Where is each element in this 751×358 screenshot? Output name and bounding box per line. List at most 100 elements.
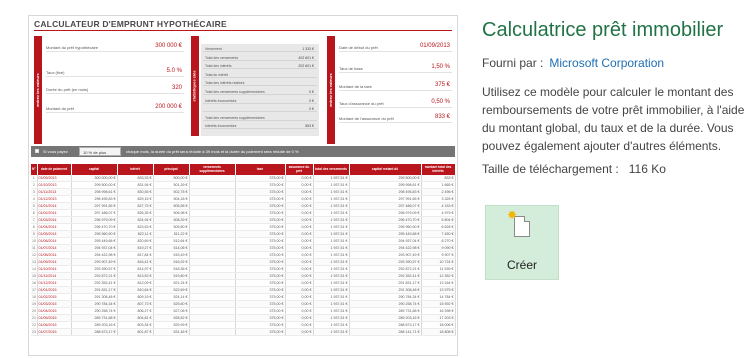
table-row: 6 01/02/2014 297 486,07 €826,35 €506,98 €3… — [31, 209, 456, 218]
table-cell: 0,00 € — [285, 202, 314, 211]
table-cell: 1 937,51 € — [313, 195, 350, 204]
table-cell: 375,00 € — [235, 181, 286, 190]
table-cell: 10 724 € — [421, 258, 456, 267]
table-cell: 292 352,41 € — [71, 279, 118, 288]
column-header: montant total des intérêts — [421, 164, 456, 175]
table-cell: 01/07/2014 — [37, 244, 72, 253]
table-cell — [189, 223, 236, 232]
table-cell: 806,27 € — [117, 307, 154, 316]
table-cell: 01/03/2014 — [37, 216, 72, 225]
amortization-table: N° date de paiement capital intérêt principa… — [31, 164, 456, 337]
table-cell: 293 390,57 € — [349, 258, 422, 267]
table-cell: 01/05/2015 — [37, 314, 72, 323]
table-cell: 01/10/2013 — [37, 181, 72, 190]
table-cell: 521,24 € — [153, 279, 190, 288]
table-cell: 01/02/2015 — [37, 293, 72, 302]
table-cell: 5 804 € — [421, 216, 456, 225]
table-cell: 375,00 € — [235, 175, 286, 183]
table-cell: 288 673,17 € — [349, 321, 422, 330]
table-cell: 519,80 € — [153, 272, 190, 281]
table-cell: 522,69 € — [153, 286, 190, 295]
table-cell: 1 937,51 € — [313, 188, 350, 197]
table-cell: 375,00 € — [235, 202, 286, 211]
table-cell: 294 422,98 € — [71, 251, 118, 260]
table-cell: 529,99 € — [153, 321, 190, 330]
table-cell: 833 € — [421, 175, 456, 183]
table-cell: 375,00 € — [235, 286, 286, 295]
column-header: capital — [71, 164, 118, 175]
table-cell — [189, 230, 236, 239]
table-cell: 0,00 € — [285, 251, 314, 260]
table-cell: 826,35 € — [117, 209, 154, 218]
input-value: 833 € — [434, 114, 450, 120]
table-cell: 810,64 € — [117, 286, 154, 295]
table-cell: 375,00 € — [235, 251, 286, 260]
input-label: Montant de la taxe — [339, 84, 372, 89]
stat-row: Intérêts économisés 0 € — [203, 98, 317, 104]
table-cell: 01/10/2014 — [37, 265, 72, 274]
mid-band: statistiques clés — [191, 36, 199, 136]
table-cell — [189, 188, 236, 197]
table-cell: 9 907 € — [421, 251, 456, 260]
table-cell: 375,00 € — [235, 237, 286, 246]
table-cell: 290 258,74 € — [349, 300, 422, 309]
input-value: 0,50 % — [431, 99, 450, 105]
table-cell: 801,87 € — [117, 328, 154, 337]
input-label: Taux d'assurance du prêt — [339, 101, 384, 106]
table-cell — [189, 307, 236, 316]
create-button[interactable]: ✸ Créer — [485, 205, 559, 280]
table-cell: 831,94 € — [117, 181, 154, 190]
column-header: date de paiement — [37, 164, 72, 175]
stat-value: 1 333 € — [302, 47, 314, 51]
table-cell: 813,53 € — [117, 272, 154, 281]
table-cell: 833,33 € — [117, 175, 154, 183]
stat-value: 0 € — [309, 107, 314, 112]
table-cell: 829,15 € — [117, 195, 154, 204]
table-cell: 01/01/2014 — [37, 202, 72, 211]
table-cell: 515,49 € — [153, 251, 190, 260]
download-size-value: 116 Ko — [628, 162, 666, 176]
table-cell — [189, 209, 236, 218]
stat-label: Total des intérêts réalisés — [205, 81, 245, 86]
input-value: 5.0 % — [166, 68, 182, 74]
table-cell: 296 979,09 € — [349, 209, 422, 218]
table-cell: 512,64 € — [153, 237, 190, 246]
table-cell: 0,00 € — [285, 293, 314, 302]
input-row: Montant du prêt hypothécaire 300 000 € — [46, 43, 184, 52]
column-header: versements supplémentaires — [189, 164, 236, 175]
table-body: 1 01/09/2013 300 000,00 €833,33 €500,00 €3… — [31, 175, 456, 337]
table-cell: 292 352,41 € — [349, 272, 422, 281]
table-cell: 803,34 € — [117, 321, 154, 330]
table-cell: 01/02/2014 — [37, 209, 72, 218]
table-cell: 1 937,51 € — [313, 251, 350, 260]
table-cell: 375,00 € — [235, 314, 286, 323]
table-cell — [189, 265, 236, 274]
provider-link[interactable]: Microsoft Corporation — [549, 56, 664, 70]
input-value: 01/09/2013 — [419, 43, 450, 49]
table-cell: 375,00 € — [235, 279, 286, 288]
input-value: 200 000 € — [155, 104, 182, 110]
table-cell: 01/06/2015 — [37, 321, 72, 330]
table-row: 23 01/07/2015 288 673,17 €801,87 €531,46 €… — [31, 328, 456, 337]
stat-value: 0 € — [309, 98, 314, 103]
table-cell: 812,09 € — [117, 279, 154, 288]
right-band: entrez les valeurs — [327, 36, 335, 144]
table-cell: 4 153 € — [421, 202, 456, 211]
table-cell: 290 784,34 € — [71, 300, 118, 309]
table-row: 13 01/09/2014 293 907,49 €816,41 €516,92 €… — [31, 258, 456, 267]
table-cell: 01/04/2014 — [37, 223, 72, 232]
table-cell: 294 937,04 € — [349, 237, 422, 246]
table-row: 18 01/02/2015 291 308,48 €809,19 €524,14 €… — [31, 293, 456, 302]
column-header: intérêt — [117, 164, 154, 175]
table-cell: 511,22 € — [153, 230, 190, 239]
table-cell: 0,00 € — [285, 230, 314, 239]
table-cell: 525,60 € — [153, 300, 190, 309]
table-cell: 290 784,34 € — [349, 293, 422, 302]
input-label: Durée du prêt (en mois) — [46, 87, 89, 92]
stat-label: Total des intérêts — [205, 64, 232, 69]
table-cell: 1 937,51 € — [313, 265, 350, 274]
input-label: Montant du prêt hypothécaire — [46, 45, 99, 50]
table-cell: 0,00 € — [285, 265, 314, 274]
table-cell: 13 975 € — [421, 286, 456, 295]
table-cell: 1 937,51 € — [313, 230, 350, 239]
